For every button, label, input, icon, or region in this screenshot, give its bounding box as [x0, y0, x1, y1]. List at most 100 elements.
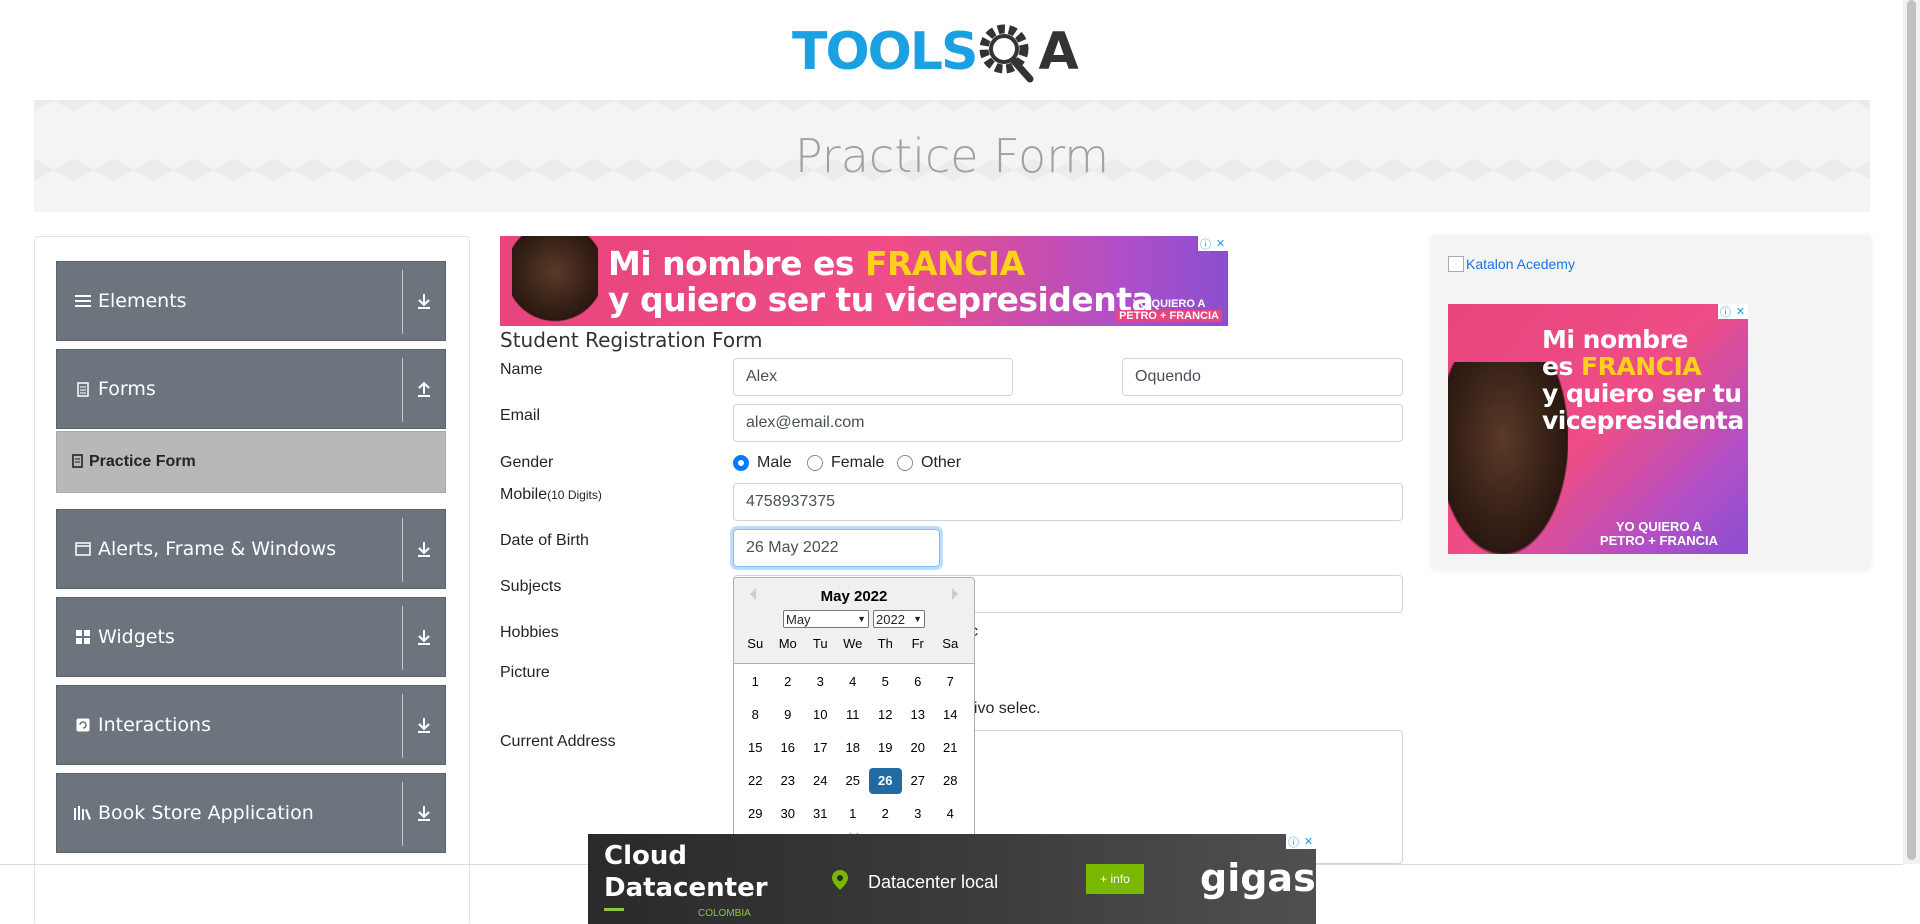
calendar-day[interactable]: 10 — [804, 702, 837, 728]
calendar-day[interactable]: 19 — [869, 735, 902, 761]
calendar-day[interactable]: 6 — [902, 669, 935, 695]
bottom-banner-ad[interactable]: Cloud Datacenter COLOMBIA Datacenter loca… — [588, 834, 1316, 924]
calendar-day[interactable]: 22 — [739, 768, 772, 794]
calendar-day[interactable]: 14 — [934, 702, 967, 728]
sidebar-group-alerts[interactable]: Alerts, Frame & Windows — [56, 509, 446, 589]
file-input-status[interactable]: hivo selec. — [965, 700, 1041, 718]
calendar-day[interactable]: 28 — [934, 768, 967, 794]
calendar-day[interactable]: 5 — [869, 669, 902, 695]
calendar-day[interactable]: 27 — [902, 768, 935, 794]
calendar-day[interactable]: 29 — [739, 801, 772, 827]
calendar-day[interactable]: 9 — [772, 702, 805, 728]
year-select[interactable]: 2022 ▼ — [873, 610, 925, 628]
ad-info-icon[interactable]: ⓘ — [1198, 236, 1213, 251]
radio-button-selected[interactable] — [733, 455, 749, 471]
sidebar-group-widgets[interactable]: Widgets — [56, 597, 446, 677]
top-banner-ad[interactable]: Mi nombre es FRANCIA y quiero ser tu vic… — [500, 236, 1228, 326]
gender-radio-male[interactable]: Male — [733, 454, 792, 472]
calendar-day[interactable]: 7 — [934, 669, 967, 695]
page-scrollbar[interactable] — [1903, 0, 1920, 864]
download-icon[interactable] — [413, 290, 435, 312]
ad-text: Mi nombre es FRANCIA y quiero ser tu vic… — [1542, 325, 1744, 435]
gender-radio-female[interactable]: Female — [807, 454, 884, 472]
picture-label: Picture — [500, 664, 550, 681]
page: TOOLS A Practice Form Elements Forms Pra… — [0, 0, 1920, 924]
radio-button[interactable] — [807, 455, 823, 471]
email-input[interactable]: alex@email.com — [733, 404, 1403, 442]
date-picker-popup: May 2022 May ▼ 2022 ▼ Su Mo Tu We Th Fr Sa… — [733, 577, 975, 845]
calendar-day[interactable]: 21 — [934, 735, 967, 761]
date-picker-header: May 2022 May ▼ 2022 ▼ Su Mo Tu We Th Fr Sa — [734, 578, 974, 664]
calendar-day[interactable]: 8 — [739, 702, 772, 728]
month-select[interactable]: May ▼ — [783, 610, 869, 628]
date-of-birth-input[interactable]: 26 May 2022 — [733, 529, 940, 567]
month-year-selects: May ▼ 2022 ▼ — [734, 610, 974, 628]
dob-label: Date of Birth — [500, 532, 589, 549]
subjects-label: Subjects — [500, 578, 562, 595]
calendar-day[interactable]: 31 — [804, 801, 837, 827]
calendar-week-row: 22 23 24 25 26 27 28 — [739, 768, 969, 794]
ad-close-icon[interactable]: ✕ — [1301, 834, 1316, 849]
sidebar-group-interactions[interactable]: Interactions — [56, 685, 446, 765]
calendar-day[interactable]: 1 — [739, 669, 772, 695]
next-month-button[interactable] — [952, 588, 964, 600]
calendar-day[interactable]: 2 — [772, 669, 805, 695]
calendar-day[interactable]: 24 — [804, 768, 837, 794]
chevron-down-icon: ▼ — [857, 614, 866, 624]
ad-headline: Cloud Datacenter — [604, 841, 768, 903]
ad-info-icon[interactable]: ⓘ — [1718, 304, 1733, 319]
calendar-week-row: 15 16 17 18 19 20 21 — [739, 735, 969, 761]
calendar-day[interactable]: 23 — [772, 768, 805, 794]
calendar-day[interactable]: 4 — [934, 801, 967, 827]
calendar-day[interactable]: 17 — [804, 735, 837, 761]
first-name-input[interactable]: Alex — [733, 358, 1013, 396]
calendar-day[interactable]: 20 — [902, 735, 935, 761]
calendar-day[interactable]: 18 — [837, 735, 870, 761]
download-icon[interactable] — [413, 626, 435, 648]
sidebar-item-practice-form[interactable]: Practice Form — [56, 431, 446, 493]
sidebar-group-label: Alerts, Frame & Windows — [98, 538, 337, 560]
calendar-day[interactable]: 30 — [772, 801, 805, 827]
page-title: Practice Form — [794, 129, 1110, 183]
ad-info-button[interactable]: + info — [1086, 864, 1144, 894]
date-picker-days: 1 2 3 4 5 6 7 8 9 10 11 12 13 14 15 16 17 18 19 20 21 22 23 24 2… — [734, 664, 974, 827]
calendar-day[interactable]: 4 — [837, 669, 870, 695]
calendar-day[interactable]: 11 — [837, 702, 870, 728]
gear-search-icon — [979, 24, 1034, 83]
calendar-day[interactable]: 3 — [902, 801, 935, 827]
ad-close-icon[interactable]: ✕ — [1213, 236, 1228, 251]
radio-button[interactable] — [897, 455, 913, 471]
calendar-day[interactable]: 25 — [837, 768, 870, 794]
weekday-label: Sa — [942, 636, 959, 651]
calendar-day-selected[interactable]: 26 — [869, 768, 902, 794]
form-title: Student Registration Form — [500, 328, 763, 352]
calendar-day[interactable]: 16 — [772, 735, 805, 761]
download-icon[interactable] — [413, 802, 435, 824]
calendar-day[interactable]: 12 — [869, 702, 902, 728]
sidebar-group-label: Widgets — [98, 626, 175, 648]
last-name-input[interactable]: Oquendo — [1122, 358, 1403, 396]
calendar-day[interactable]: 15 — [739, 735, 772, 761]
ad-info-icon[interactable]: ⓘ — [1286, 834, 1301, 849]
sidebar-group-forms[interactable]: Forms — [56, 349, 446, 429]
sidebar-group-bookstore[interactable]: Book Store Application — [56, 773, 446, 853]
sidebar: Elements Forms Practice Form Alerts, Fra… — [34, 236, 470, 924]
sidebar-group-elements[interactable]: Elements — [56, 261, 446, 341]
mobile-input[interactable]: 4758937375 — [733, 483, 1403, 521]
ad-close-icon[interactable]: ✕ — [1733, 304, 1748, 319]
download-icon[interactable] — [413, 714, 435, 736]
calendar-day[interactable]: 13 — [902, 702, 935, 728]
calendar-day[interactable]: 2 — [869, 801, 902, 827]
upload-icon[interactable] — [413, 378, 435, 400]
sidebar-item-label: Practice Form — [89, 453, 196, 470]
gender-radio-other[interactable]: Other — [897, 454, 961, 472]
calendar-day[interactable]: 1 — [837, 801, 870, 827]
right-banner-ad[interactable]: Mi nombre es FRANCIA y quiero ser tu vic… — [1448, 304, 1748, 554]
page-banner: Practice Form — [34, 100, 1870, 212]
toolsqa-logo[interactable]: TOOLS A — [792, 14, 1114, 90]
scrollbar-thumb[interactable] — [1907, 0, 1916, 860]
download-icon[interactable] — [413, 538, 435, 560]
current-address-label: Current Address — [500, 733, 616, 750]
calendar-day[interactable]: 3 — [804, 669, 837, 695]
broken-image-link[interactable]: Katalon Acedemy — [1448, 256, 1575, 272]
